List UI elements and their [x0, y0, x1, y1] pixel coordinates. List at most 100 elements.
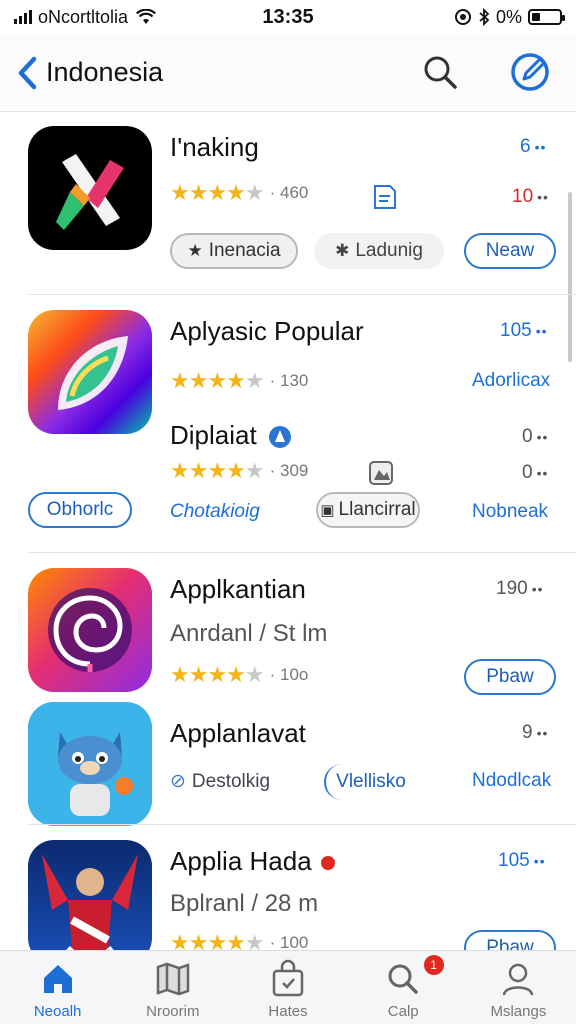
app-title-text: Applia Hada	[170, 846, 312, 876]
tab-home[interactable]: Neoalh	[0, 951, 115, 1024]
app-title: Applkantian	[170, 574, 306, 604]
cat-mascot-icon	[28, 702, 152, 826]
open-button[interactable]: Obhorlc	[28, 492, 132, 528]
wifi-icon	[136, 9, 157, 24]
rating-count: · 309	[269, 461, 309, 480]
divider	[28, 294, 576, 295]
app-title: Applia Hada	[170, 846, 335, 877]
app-value-text: 9	[522, 722, 533, 743]
app-value: 9 ••	[522, 722, 548, 744]
app-subtitle-text: Diplaiat	[170, 420, 257, 450]
page-title: Indonesia	[46, 57, 164, 87]
app-icon[interactable]	[28, 840, 152, 950]
more-dots-icon: ••	[531, 581, 544, 597]
divider	[28, 552, 576, 553]
developer-link[interactable]: Ndodlcak	[472, 770, 551, 792]
get-button[interactable]: Pbaw	[464, 659, 556, 695]
x-logo-icon	[56, 154, 124, 230]
tab-label: Neoalh	[33, 1003, 82, 1020]
app-value-text: 190	[496, 578, 528, 599]
get-button[interactable]: Pbaw	[464, 930, 556, 950]
rating-count: · 10o	[269, 665, 309, 684]
tab-map[interactable]: Nroorim	[115, 951, 230, 1024]
more-dots-icon: ••	[534, 139, 547, 155]
person-icon	[503, 963, 534, 996]
athlete-logo-icon	[42, 854, 138, 950]
notification-badge-icon	[320, 856, 335, 871]
app-value-text: 0	[522, 426, 533, 447]
search-icon	[388, 964, 418, 994]
category-link[interactable]: ⊘ Destolkig	[170, 770, 270, 793]
leaf-logo-icon	[58, 336, 128, 410]
app-value: 105 ••	[498, 850, 546, 872]
carrier-name: oNcortltolia	[38, 6, 129, 27]
image-small-icon: ▣	[320, 502, 335, 519]
compose-icon[interactable]	[508, 50, 552, 94]
battery-icon	[528, 9, 565, 25]
category-pill[interactable]: ▣ Llancirral	[316, 492, 420, 528]
app-rating: ★★★★★ · 309	[170, 458, 308, 484]
spiral-logo-icon	[48, 588, 132, 672]
star-rating-icon: ★★★★★	[170, 180, 265, 205]
more-dots-icon: ••	[537, 189, 549, 205]
bluetooth-icon	[479, 8, 490, 26]
developer-link[interactable]: Nobneak	[472, 501, 548, 523]
app-value: 0 ••	[522, 462, 548, 484]
location-icon	[454, 9, 471, 25]
app-value: 0 ••	[522, 426, 548, 448]
tab-bag[interactable]: Hates	[230, 951, 345, 1024]
more-dots-icon: ••	[533, 853, 546, 869]
app-title: Aplyasic Popular	[170, 316, 364, 346]
star-rating-icon: ★★★★★	[170, 368, 265, 393]
more-dots-icon: ••	[536, 429, 549, 445]
tab-label: Calp	[387, 1003, 419, 1020]
app-icon[interactable]	[28, 702, 152, 826]
signal-icon	[14, 10, 32, 24]
tab-profile[interactable]: Mslangs	[461, 951, 576, 1024]
home-icon	[43, 965, 72, 993]
app-value-text: 105	[498, 850, 530, 871]
document-icon[interactable]	[370, 182, 400, 212]
app-title: I'naking	[170, 132, 259, 162]
more-dots-icon: ••	[535, 323, 548, 339]
map-icon	[156, 962, 190, 996]
image-icon[interactable]	[366, 458, 396, 488]
app-icon[interactable]	[28, 126, 152, 250]
app-value-text: 105	[500, 320, 532, 341]
category-link-label: Destolkig	[191, 771, 271, 792]
app-value-text: 6	[520, 136, 531, 157]
app-icon[interactable]	[28, 568, 152, 692]
scrollbar[interactable]	[568, 192, 572, 362]
category-link[interactable]: Chotakioig	[170, 501, 260, 523]
category-pill[interactable]: ★ Inenacia	[170, 233, 298, 269]
rating-count: · 460	[269, 183, 309, 202]
notification-badge: 1	[423, 955, 444, 975]
search-icon[interactable]	[420, 52, 460, 92]
more-dots-icon: ••	[536, 465, 549, 481]
app-list[interactable]: I'naking 6 •• ★★★★★ · 460 10 •• ★ Inenacia…	[0, 112, 576, 950]
app-icon[interactable]	[28, 310, 152, 434]
app-title: Applanlavat	[170, 718, 306, 748]
category-pill-label: Llancirral	[338, 499, 416, 520]
app-value: 190 ••	[496, 578, 544, 600]
loading-pill[interactable]: ✱ Ladunig	[314, 233, 444, 269]
tab-label: Hates	[268, 1003, 308, 1020]
developer-link[interactable]: Adorlicax	[472, 370, 550, 392]
app-subtitle-heading: Diplaiat	[170, 420, 292, 451]
get-button[interactable]: Neaw	[464, 233, 556, 269]
back-button[interactable]: Indonesia	[16, 55, 163, 91]
divider	[28, 824, 576, 825]
app-value: 105 ••	[500, 320, 548, 342]
star-small-icon: ★	[187, 241, 203, 260]
app-value-alert-text: 10	[512, 186, 534, 207]
app-rating: ★★★★★ · 100	[170, 930, 308, 950]
filter-pill[interactable]: Vlellisko	[324, 764, 416, 800]
app-rating: ★★★★★ · 10o	[170, 662, 308, 688]
star-rating-icon: ★★★★★	[170, 930, 265, 950]
verified-badge-icon	[268, 426, 291, 449]
app-value: 6 ••	[520, 136, 546, 158]
tab-search[interactable]: 1 Calp	[346, 951, 461, 1024]
tab-bar: Neoalh Nroorim Hates 1 Calp Mslangs	[0, 950, 576, 1024]
more-dots-icon: ••	[536, 725, 549, 741]
tab-label: Mslangs	[490, 1003, 547, 1020]
